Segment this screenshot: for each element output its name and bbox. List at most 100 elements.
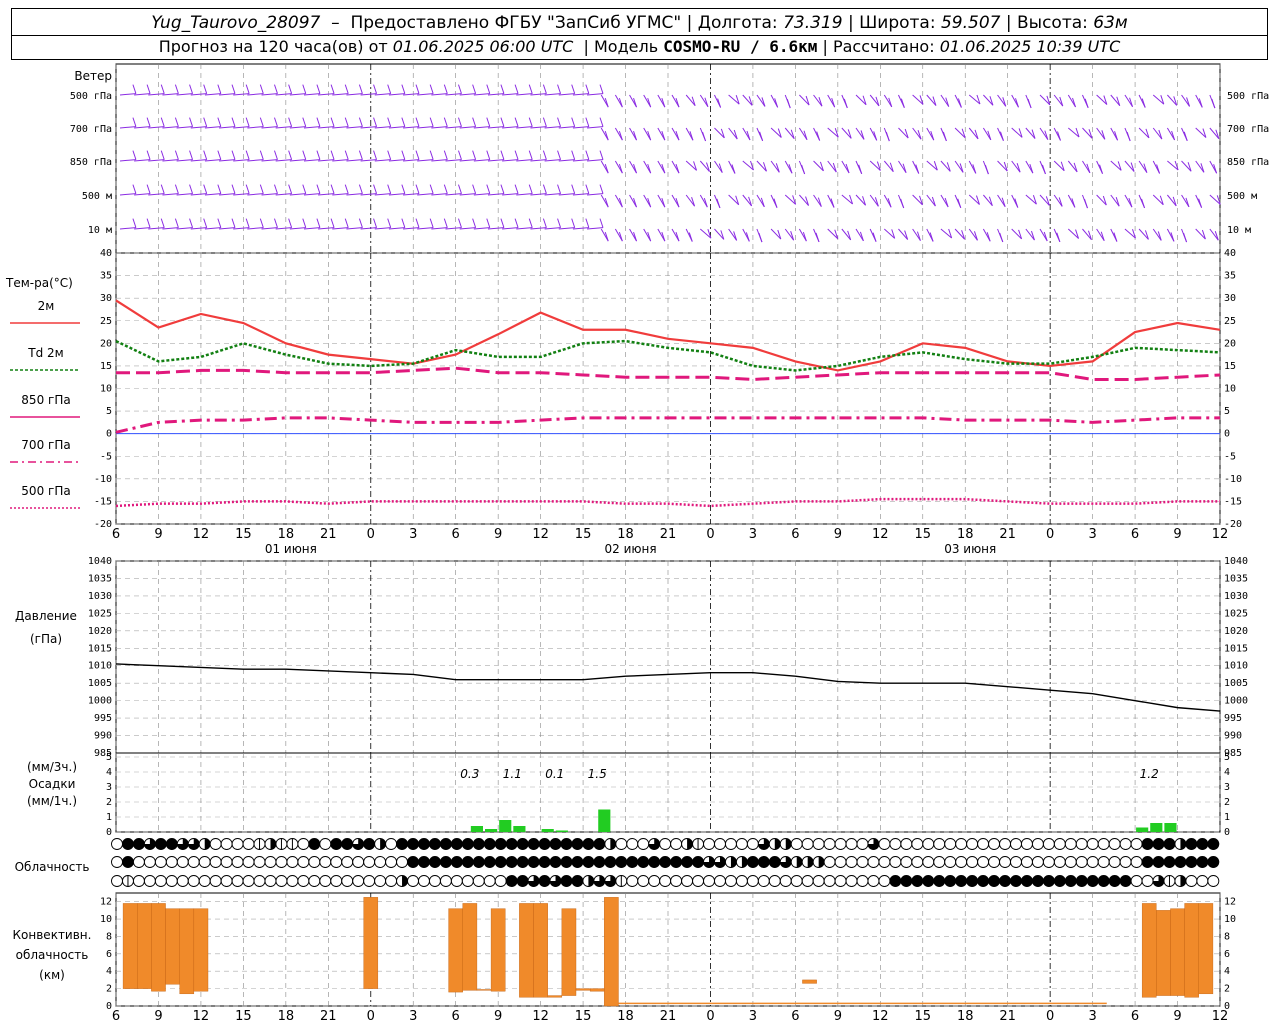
wind-barb-shaft: [204, 159, 221, 162]
cloud-cell: [845, 875, 858, 887]
conv-bar: [193, 908, 209, 992]
wind-barb-shaft: [516, 159, 533, 162]
wind-barb: [417, 184, 434, 196]
wind-barb: [600, 194, 609, 208]
wind-barb-shaft: [247, 126, 264, 129]
wind-barb: [1152, 94, 1165, 105]
wind-barb-flag: [245, 84, 250, 94]
wind-barb-flag: [599, 184, 604, 194]
wind-barb: [982, 127, 992, 141]
cloud-circle: [703, 875, 715, 887]
wind-barb-flag: [373, 218, 378, 228]
x-tick-label-bottom: 9: [494, 1009, 502, 1024]
wind-barb: [1025, 194, 1037, 205]
wind-barb: [1025, 127, 1036, 139]
cloud-fill: [1021, 875, 1033, 887]
wind-barb: [332, 117, 349, 129]
cloud-cell: [505, 838, 518, 850]
wind-barb-shaft: [1152, 228, 1162, 241]
wind-level-label-left: 500 гПа: [70, 91, 112, 102]
cloud-cell: [735, 838, 748, 850]
wind-barb-shaft: [332, 126, 349, 129]
wind-barb: [1011, 194, 1019, 208]
x-tick-label-bottom: 18: [957, 1009, 974, 1024]
x-tick-label-bottom: 21: [320, 1009, 337, 1024]
wind-barb: [841, 94, 848, 109]
x-tick-label-bottom: 9: [154, 1009, 162, 1024]
precip-bar: [1136, 827, 1149, 832]
temp-ytick-left: -5: [100, 451, 112, 462]
wind-barb: [544, 150, 562, 162]
cloud-cell: [231, 875, 244, 887]
wind-barb-flag: [330, 218, 335, 228]
wind-barb: [1067, 228, 1080, 239]
cloud-cell: [264, 838, 277, 850]
wind-barb: [728, 94, 740, 105]
wind-barb-shaft: [219, 159, 236, 162]
wind-barb: [1209, 194, 1221, 205]
wind-barb: [459, 117, 477, 129]
wind-barb: [770, 94, 779, 108]
cloud-circle: [198, 856, 211, 868]
wind-barb-flag: [373, 184, 378, 194]
cloud-cell: [428, 875, 441, 887]
cloud-fill: [774, 838, 781, 850]
wind-barb: [685, 194, 696, 207]
cloud-cell: [615, 856, 628, 868]
cloud-cell: [703, 838, 715, 850]
wind-barb: [1067, 194, 1076, 208]
wind-barb-shaft: [374, 227, 391, 230]
wind-barb: [318, 117, 335, 129]
cloud-cell: [352, 838, 365, 850]
cloud-cell: [681, 875, 694, 887]
wind-barb: [346, 218, 363, 230]
pressure-unit: (гПа): [30, 632, 62, 646]
wind-barb: [841, 127, 852, 139]
cloud-cell: [396, 838, 408, 850]
cloud-cell: [692, 838, 705, 850]
wind-barb-flag: [132, 184, 137, 194]
wind-barb-flag: [387, 150, 392, 160]
cloud-cell: [637, 838, 650, 850]
wind-barb-flag: [429, 184, 434, 194]
wind-barb: [742, 160, 754, 171]
cloud-cell: [812, 875, 825, 887]
wind-level-label-right: 500 гПа: [1227, 91, 1269, 102]
cloud-circle: [187, 856, 200, 868]
wind-barb-flag: [1027, 98, 1032, 109]
cloud-cell: [319, 838, 332, 850]
cloud-fill: [539, 875, 551, 887]
wind-barb: [332, 184, 349, 196]
cloud-cell: [1053, 875, 1066, 887]
wind-barb: [1209, 94, 1216, 109]
conv-ytick-right: 4: [1224, 966, 1230, 977]
wind-barb-shaft: [544, 93, 561, 96]
wind-barb: [742, 194, 753, 207]
cloud-cell: [209, 875, 222, 887]
wind-barb-flag: [486, 218, 491, 228]
precip-3h-label: 0.1: [545, 767, 564, 781]
wind-barb: [1082, 160, 1091, 174]
cloud-fill: [484, 856, 496, 868]
wind-barb: [346, 84, 363, 96]
wind-barb-flag: [486, 84, 491, 94]
wind-barb: [1039, 127, 1049, 140]
cloud-circle: [1064, 838, 1077, 850]
wind-barb: [983, 94, 994, 106]
wind-barb: [926, 228, 934, 242]
wind-barb-flag: [132, 117, 137, 127]
cloud-cell: [407, 856, 419, 868]
x-tick-label-bottom: 12: [872, 1009, 889, 1024]
conv-bar: [462, 903, 478, 991]
wind-barb-flag: [146, 117, 151, 127]
wind-barb-shaft: [431, 159, 448, 162]
cloud-cell: [341, 856, 354, 868]
wind-barb: [445, 218, 462, 230]
wind-barb: [388, 184, 406, 196]
wind-barb: [1110, 127, 1119, 141]
wind-barb: [134, 84, 151, 96]
cloud-circle: [1207, 875, 1220, 887]
cloud-cell: [505, 875, 518, 887]
wind-barb: [516, 150, 533, 162]
wind-barb-flag: [132, 150, 137, 160]
